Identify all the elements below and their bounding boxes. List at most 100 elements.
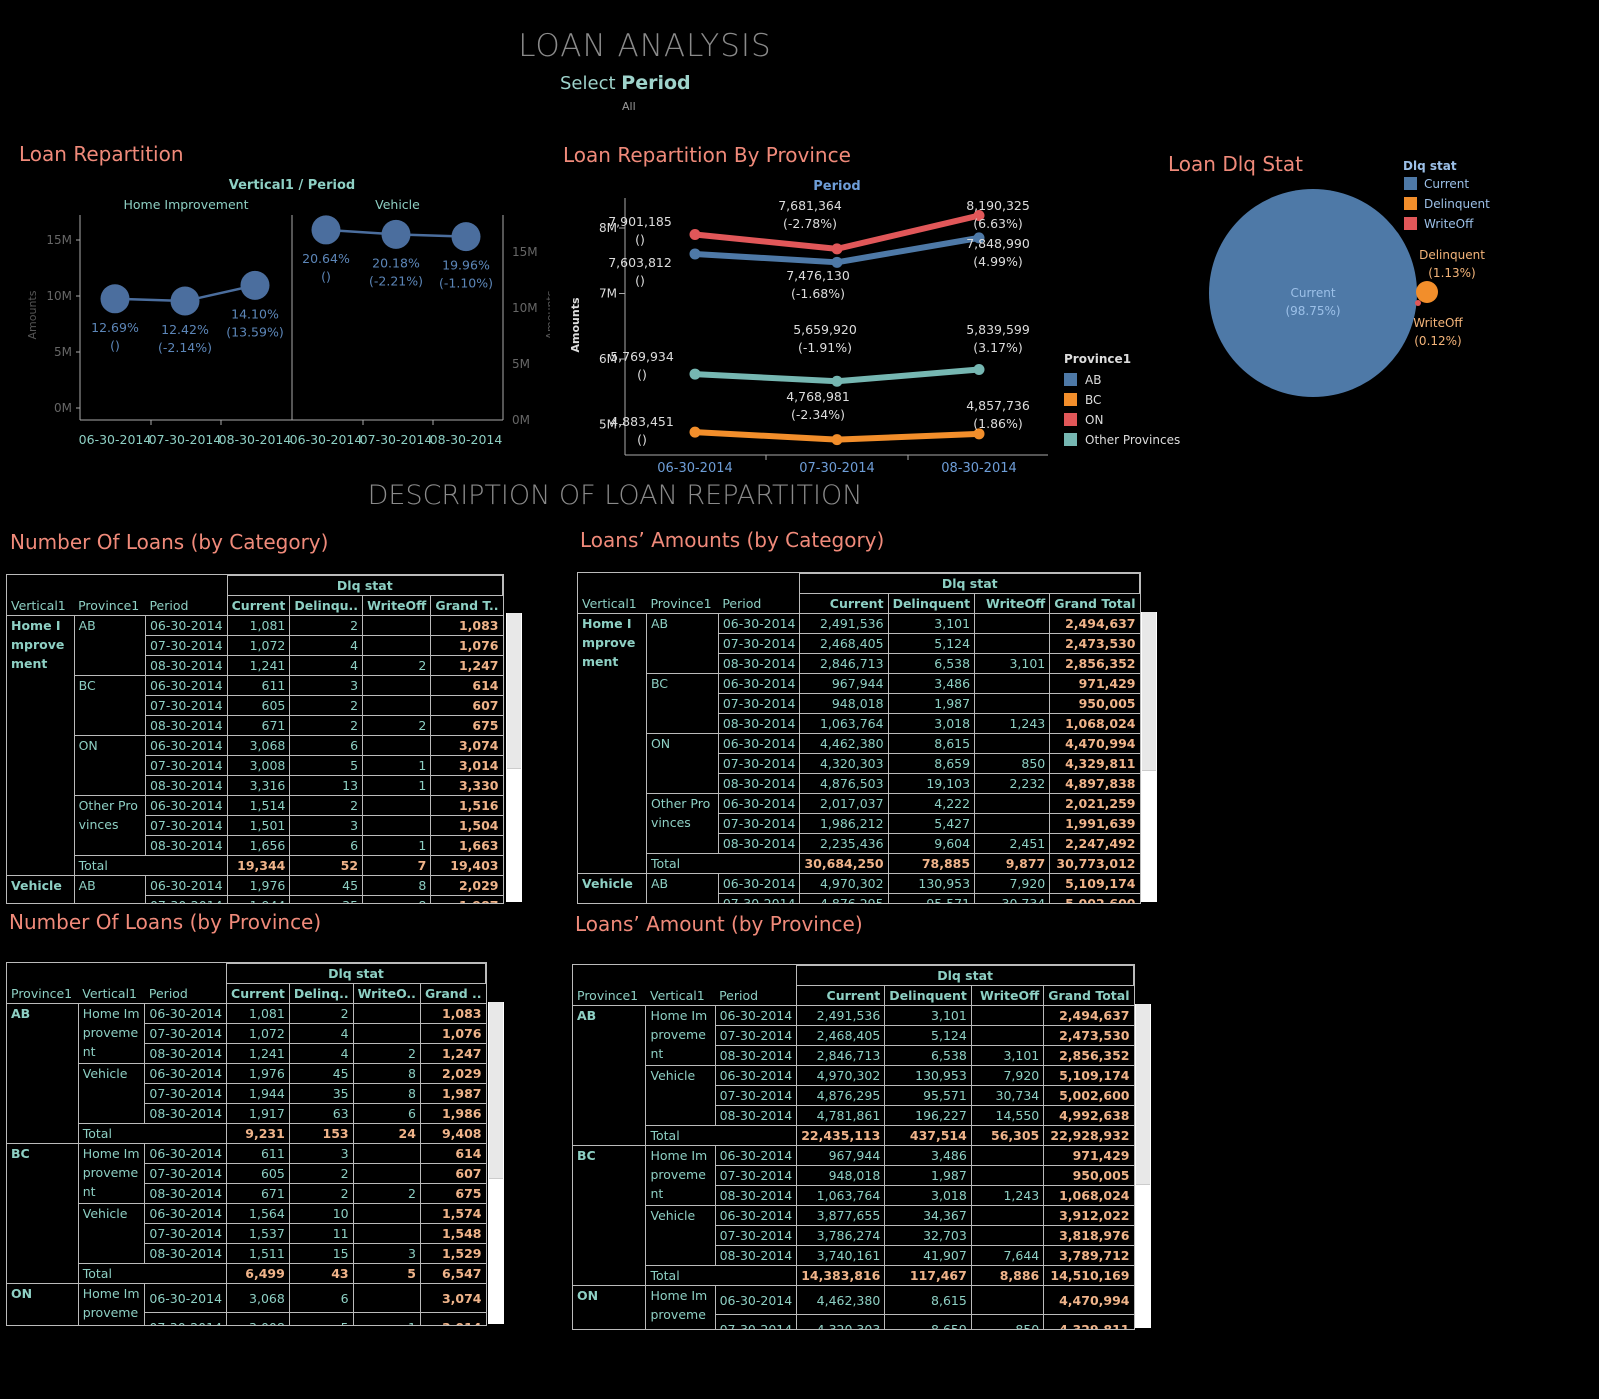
x-tick-label: 07-30-2014 (799, 461, 875, 475)
total-label: Total (73, 855, 228, 876)
subgroup-label: AB (73, 875, 146, 903)
column-header[interactable]: WriteOff (362, 595, 431, 616)
loan-repartition-chart[interactable]: Vertical1 / Period 0M 0M 5M 5M 10M 10M 15M 15M Am… (0, 170, 550, 460)
column-header[interactable]: Province1 (7, 984, 78, 1004)
data-label: 5,659,920 (793, 322, 857, 337)
column-header[interactable]: Vertical1 (7, 596, 74, 616)
y-tick-label: 15M (46, 233, 72, 247)
column-header[interactable]: WriteOff (974, 593, 1050, 614)
delinquent-cell: 2 (289, 795, 363, 816)
subgroup-label: Home Improvement (77, 1283, 145, 1325)
amt-by-cat-table[interactable]: Dlq stat Vertical1 Province1 Period Current D… (577, 572, 1141, 904)
column-header[interactable]: Current (799, 593, 889, 614)
amt-by-cat-scrollbar[interactable] (1141, 612, 1157, 902)
period-cell: 06-30-2014 (144, 875, 228, 896)
column-header[interactable]: WriteO.. (352, 983, 421, 1004)
period-filter-label: Select Period (560, 72, 691, 94)
data-label: 12.42% (161, 322, 209, 337)
column-header[interactable]: Grand T.. (430, 595, 503, 616)
data-point (240, 270, 270, 300)
delinquent-cell: 2 (288, 1003, 354, 1024)
delinquent-cell: 5,124 (884, 1025, 972, 1046)
column-header[interactable]: Current (226, 595, 290, 616)
column-header[interactable]: Province1 (573, 986, 646, 1006)
pie-label: Current (1290, 286, 1335, 300)
column-header[interactable]: Province1 (646, 594, 718, 614)
period-cell: 07-30-2014 (144, 755, 228, 776)
num-by-prov-scrollbar[interactable] (488, 1002, 504, 1324)
legend-label: Current (1424, 177, 1469, 191)
grand-total-cell: 4,992,638 (1043, 1105, 1134, 1126)
x-tick-label: 06-30-2014 (290, 432, 363, 447)
column-header[interactable]: Vertical1 (78, 984, 145, 1004)
data-label: 4,768,981 (786, 389, 850, 404)
column-header[interactable]: Delinqu.. (289, 595, 363, 616)
num-by-cat-scrollbar[interactable] (506, 613, 522, 902)
delinquent-cell: 4 (289, 635, 363, 656)
data-label-change: (4.99%) (973, 254, 1022, 269)
dlq-pie-chart[interactable]: Current (98.75%) Delinquent (1.13%) WriteOff… (1190, 150, 1510, 410)
total-cell: 56,305 (970, 1125, 1044, 1146)
delinquent-cell: 2 (288, 1163, 354, 1184)
column-header[interactable]: Grand Total (1043, 985, 1134, 1006)
delinquent-cell: 196,227 (884, 1105, 972, 1126)
data-label: 7,681,364 (778, 198, 842, 213)
column-header[interactable]: Delinq.. (288, 983, 354, 1004)
writeoff-cell: 850 (974, 753, 1050, 774)
period-cell: 08-30-2014 (714, 1185, 797, 1206)
period-filter-value[interactable]: All (622, 100, 636, 113)
grand-total-cell: 3,789,712 (1043, 1245, 1134, 1266)
period-cell: 08-30-2014 (144, 1183, 227, 1204)
delinquent-cell: 3 (289, 675, 363, 696)
writeoff-cell (362, 735, 431, 756)
period-cell: 06-30-2014 (714, 1145, 797, 1166)
column-header[interactable]: Delinquent (887, 593, 975, 614)
column-header[interactable]: Period (145, 596, 227, 616)
current-cell: 3,008 (226, 755, 290, 776)
x-tick-label: 08-30-2014 (941, 461, 1017, 475)
chart-title: Period (813, 179, 860, 194)
legend-swatch (1064, 433, 1077, 446)
period-filter[interactable]: Select Period (560, 72, 691, 94)
column-header[interactable]: Period (718, 594, 800, 614)
delinquent-cell: 41,907 (884, 1245, 972, 1266)
current-cell: 1,514 (226, 795, 290, 816)
current-cell: 1,063,764 (796, 1185, 885, 1206)
column-header[interactable]: Period (145, 984, 227, 1004)
table-row: ON 06-30-2014 4,462,380 8,615 4,470,994 (578, 733, 1140, 794)
header-spacer (7, 964, 227, 984)
column-header[interactable]: Period (715, 986, 797, 1006)
grand-total-cell: 607 (430, 695, 503, 716)
amt-by-prov-scrollbar[interactable] (1135, 1004, 1151, 1328)
writeoff-cell: 8 (352, 1063, 421, 1084)
current-cell: 605 (226, 1163, 290, 1184)
total-row: Total 9,231 153 24 9,408 (7, 1123, 486, 1144)
column-header[interactable]: Current (796, 985, 885, 1006)
num-by-prov-table[interactable]: Dlq stat Province1 Vertical1 Period Current D… (6, 962, 487, 1326)
delinquent-cell: 6,538 (887, 653, 975, 674)
period-cell: 07-30-2014 (144, 695, 228, 716)
legend-title: Dlq stat (1403, 159, 1457, 173)
subgroup-label: Home Improvement (77, 1003, 145, 1064)
column-header[interactable]: Current (226, 983, 290, 1004)
grand-total-cell: 1,068,024 (1043, 1185, 1134, 1206)
writeoff-cell (970, 1205, 1044, 1226)
province-line-chart[interactable]: Period8M7M6M5MAmounts06-30-2014 07-30-201… (560, 170, 1180, 475)
num-by-cat-table[interactable]: Dlq stat Vertical1 Province1 Period Current D… (6, 574, 504, 904)
column-header[interactable]: Delinquent (884, 985, 972, 1006)
column-header[interactable]: WriteOff (970, 985, 1044, 1006)
grand-total-cell: 3,074 (419, 1282, 486, 1313)
writeoff-cell: 2,232 (974, 773, 1050, 794)
data-label-change: () (637, 367, 647, 382)
amt-by-prov-table[interactable]: Dlq stat Province1 Vertical1 Period Current D… (572, 964, 1135, 1330)
table-row: Other Provinces 06-30-2014 2,017,037 4,222 2… (578, 793, 1140, 854)
total-cell: 19,344 (226, 855, 290, 876)
column-header[interactable]: Grand Total (1049, 593, 1140, 614)
data-point (689, 368, 701, 380)
column-header[interactable]: Grand .. (419, 983, 486, 1004)
column-header[interactable]: Province1 (74, 596, 145, 616)
writeoff-cell (970, 1005, 1044, 1026)
column-header[interactable]: Vertical1 (646, 986, 715, 1006)
delinquent-cell: 1,987 (887, 693, 975, 714)
column-header[interactable]: Vertical1 (578, 594, 646, 614)
